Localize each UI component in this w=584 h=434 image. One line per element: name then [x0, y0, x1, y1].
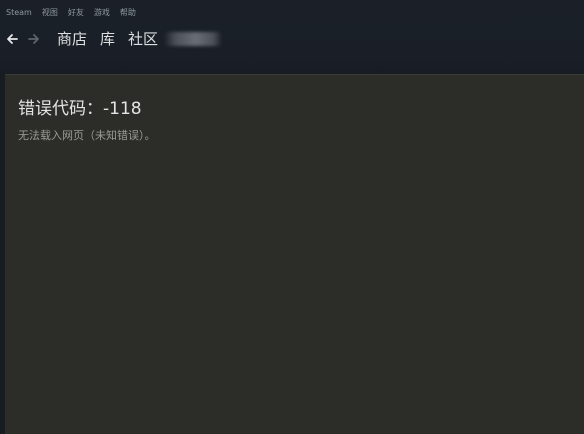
- back-button[interactable]: [5, 32, 19, 46]
- menu-item-friends[interactable]: 好友: [68, 9, 84, 17]
- menu-item-games[interactable]: 游戏: [94, 9, 110, 17]
- nav-link-community[interactable]: 社区: [128, 31, 158, 47]
- menu-item-help[interactable]: 帮助: [120, 9, 136, 17]
- steam-window: Steam 视图 好友 游戏 帮助 商店 库 社区 错误代码：-118 无法载入…: [0, 0, 584, 434]
- username-redacted[interactable]: [164, 32, 223, 46]
- menu-item-view[interactable]: 视图: [42, 9, 58, 17]
- nav-link-library[interactable]: 库: [100, 31, 115, 47]
- arrow-right-icon: [28, 34, 39, 44]
- error-description: 无法载入网页（未知错误）。: [18, 129, 156, 142]
- menu-bar: Steam 视图 好友 游戏 帮助: [0, 0, 584, 26]
- nav-bar: 商店 库 社区: [0, 26, 584, 52]
- menu-item-steam[interactable]: Steam: [6, 9, 32, 17]
- error-title: 错误代码：-118: [18, 99, 142, 119]
- browser-content: 错误代码：-118 无法载入网页（未知错误）。: [5, 74, 584, 434]
- nav-link-store[interactable]: 商店: [57, 31, 87, 47]
- forward-button[interactable]: [27, 32, 41, 46]
- arrow-left-icon: [7, 34, 18, 44]
